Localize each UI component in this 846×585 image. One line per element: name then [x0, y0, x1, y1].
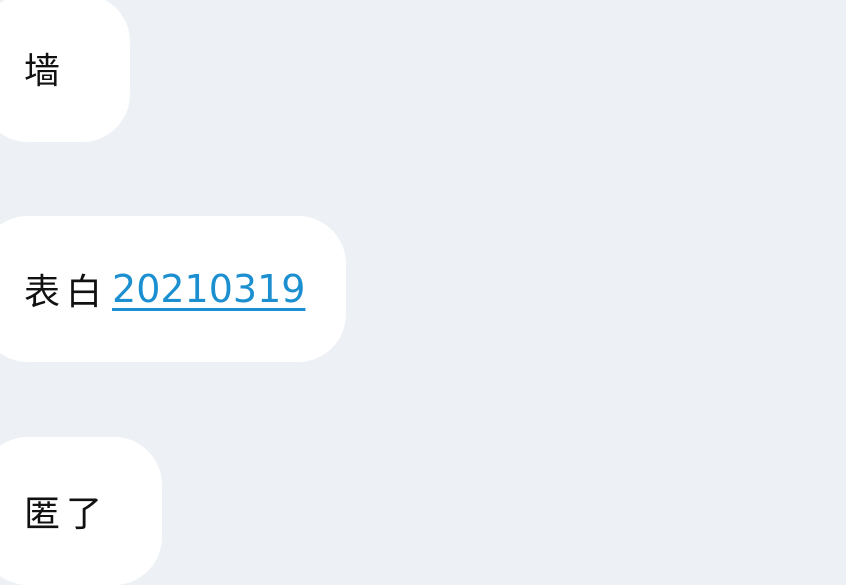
message-bubble: 墙: [0, 0, 130, 142]
message-link[interactable]: 20210319: [112, 267, 305, 311]
message-text: 墙: [24, 51, 67, 92]
message-text: 表白: [24, 272, 109, 313]
message-bubble: 匿了: [0, 437, 162, 585]
message-bubble: 表白 20210319: [0, 216, 346, 362]
message-text: 匿了: [24, 494, 109, 535]
chat-message-list: 墙 表白 20210319 匿了: [0, 0, 846, 585]
